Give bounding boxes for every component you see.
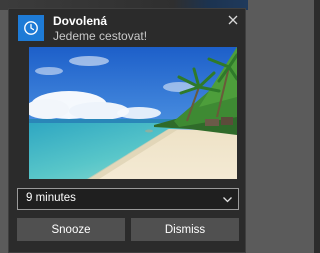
alarm-clock-icon [18,15,44,41]
desktop-edge [314,0,320,253]
snooze-duration-select[interactable]: 9 minutes [17,188,239,210]
dismiss-button[interactable]: Dismiss [131,218,239,241]
notification-subtitle: Jedeme cestovat! [53,29,148,43]
snooze-duration-value: 9 minutes [26,192,76,204]
toast-notification: Dovolená Jedeme cestovat! 9 minutes Snoo… [8,8,246,253]
chevron-down-icon [223,197,232,203]
snooze-button[interactable]: Snooze [17,218,125,241]
notification-title: Dovolená [53,14,108,28]
close-icon[interactable] [225,12,241,28]
tropical-beach-photo [29,47,237,179]
